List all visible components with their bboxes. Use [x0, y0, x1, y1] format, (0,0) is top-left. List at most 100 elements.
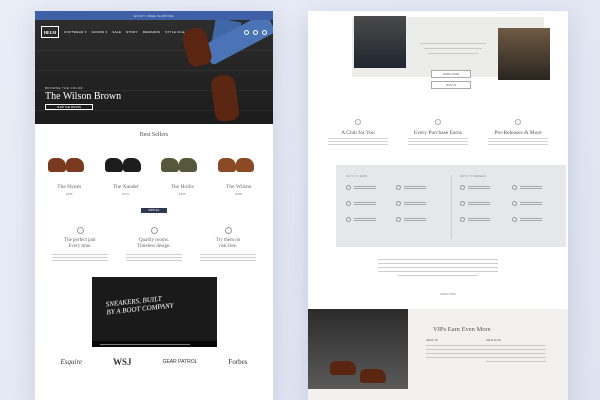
vip-tier-heading: HELM ELITE: [486, 339, 502, 342]
earn-heading: WAYS TO EARN: [346, 175, 368, 178]
nav-sale[interactable]: SALE: [112, 30, 121, 34]
product-price: $495: [178, 192, 186, 196]
brand-video[interactable]: SNEAKERS, BUILT BY A BOOT COMPANY: [91, 277, 217, 347]
feature-title: risk-free.: [218, 244, 238, 249]
earn-item: [396, 217, 426, 222]
earn-item: [346, 185, 376, 190]
hero-eyebrow: BROWSE THE COLOR: [45, 86, 84, 90]
feature-icon: [224, 227, 232, 234]
benefit-column: Every Purchase Earns: [404, 119, 472, 147]
feature-text: [122, 254, 186, 261]
press-logo: WSJ: [113, 357, 132, 367]
feature-icon: [150, 227, 158, 234]
press-logo: GEAR PATROL: [162, 359, 198, 365]
feature-text: [196, 254, 260, 261]
earn-icon: [346, 217, 351, 222]
redeem-heading: WAYS TO REDEEM: [460, 175, 486, 178]
shoe-image[interactable]: [157, 150, 207, 172]
press-logos: Esquire WSJ GEAR PATROL Forbes: [35, 357, 273, 367]
rewards-hero: LEARN MORE SIGN UP: [308, 11, 568, 89]
earn-icon: [346, 185, 351, 190]
search-icon[interactable]: [244, 29, 249, 35]
redeem-item: [460, 201, 490, 206]
shoe-image[interactable]: [44, 150, 94, 172]
promo-bar[interactable]: ENJOY FREE SHIPPING: [35, 11, 273, 20]
vip-tier-heading: HELM VIP: [426, 339, 439, 342]
vip-title: VIPs Earn Even More: [433, 326, 491, 333]
nav-goods[interactable]: GOODS ▾: [92, 30, 108, 34]
redeem-item: [460, 217, 490, 222]
product-name[interactable]: The Wilson: [214, 184, 264, 190]
press-logo: Esquire: [60, 358, 83, 366]
hero-banner[interactable]: HELM FOOTWEAR ▾ GOODS ▾ SALE STORY REWAR…: [35, 20, 273, 124]
nav-style-file[interactable]: STYLE FILE: [165, 30, 185, 34]
benefit-title: A Club for You: [341, 130, 375, 136]
brand-logo[interactable]: HELM: [41, 26, 59, 38]
value-prop: The perfect pair Every time.: [48, 227, 112, 263]
product-name[interactable]: The Hollis: [157, 184, 207, 190]
rewards-page-mockup: LEARN MORE SIGN UP A Club for You Every …: [308, 11, 568, 400]
learn-more-button[interactable]: LEARN MORE: [431, 70, 471, 78]
boot-graphic: [209, 73, 241, 123]
shoe-image[interactable]: [214, 150, 264, 172]
earn-item: [396, 201, 426, 206]
vip-section: VIPs Earn Even More HELM VIP HELM ELITE: [308, 309, 568, 400]
product-card[interactable]: The Wilson $395: [214, 150, 264, 196]
value-prop: Quality rooms. Timeless design.: [122, 227, 186, 263]
vip-tier-column: HELM VIP: [426, 339, 486, 361]
rewards-description: [378, 256, 498, 279]
product-grid: The Hynes $495 The Xander $175 The Holli…: [35, 150, 273, 196]
nav-story[interactable]: STORY: [126, 30, 138, 34]
vip-photo: [308, 309, 408, 389]
redeem-icon: [460, 201, 465, 206]
press-logo: Forbes: [228, 358, 248, 366]
redeem-item: [512, 185, 542, 190]
redeem-icon: [512, 185, 517, 190]
hero-cta-button[interactable]: SHOP THE WILSON: [45, 104, 93, 110]
nav-footwear[interactable]: FOOTWEAR ▾: [64, 30, 87, 34]
product-price: $395: [235, 192, 243, 196]
product-name[interactable]: The Hynes: [44, 184, 94, 190]
redeem-item: [512, 217, 542, 222]
product-card[interactable]: The Xander $175: [101, 150, 151, 196]
feature-title: Every time.: [68, 244, 92, 249]
redeem-icon: [460, 217, 465, 222]
earn-item: [346, 201, 376, 206]
earn-item: [346, 217, 376, 222]
cart-icon[interactable]: [262, 29, 267, 35]
earn-item: [396, 185, 426, 190]
benefit-column: Pre-Releases & More: [484, 119, 552, 147]
benefit-title: Pre-Releases & More: [494, 130, 542, 136]
benefit-icon: [515, 119, 521, 125]
vip-tier-column: HELM ELITE: [486, 339, 546, 365]
account-icon[interactable]: [253, 29, 258, 35]
shoe-image[interactable]: [101, 150, 151, 172]
boots-photo: [498, 28, 550, 80]
benefit-title: Every Purchase Earns: [413, 130, 463, 136]
redeem-item: [512, 201, 542, 206]
earn-icon: [396, 217, 401, 222]
product-card[interactable]: The Hollis $495: [157, 150, 207, 196]
model-photo: [354, 16, 406, 68]
feature-text: [48, 254, 112, 261]
value-prop: Try them on risk-free.: [196, 227, 260, 263]
value-props: The perfect pair Every time. Quality roo…: [35, 227, 273, 263]
main-nav: HELM FOOTWEAR ▾ GOODS ▾ SALE STORY REWAR…: [41, 26, 267, 38]
sign-up-button[interactable]: SIGN UP: [431, 81, 471, 89]
best-sellers-title: Best Sellers: [139, 132, 169, 138]
product-card[interactable]: The Hynes $495: [44, 150, 94, 196]
redeem-icon: [512, 217, 517, 222]
redeem-item: [460, 185, 490, 190]
video-progress[interactable]: [99, 344, 190, 345]
earn-redeem-panel: WAYS TO EARN WAYS TO REDEEM: [336, 165, 566, 247]
product-name[interactable]: The Xander: [101, 184, 151, 190]
homepage-mockup: ENJOY FREE SHIPPING HELM FOOTWEAR ▾ GOOD…: [35, 11, 273, 400]
product-price: $175: [122, 192, 130, 196]
redeem-icon: [512, 201, 517, 206]
learn-more-link[interactable]: LEARN MORE: [440, 293, 456, 296]
nav-rewards[interactable]: REWARDS: [143, 30, 160, 34]
shop-all-button[interactable]: SHOP ALL: [141, 208, 167, 213]
benefit-icon: [355, 119, 361, 125]
video-caption: SNEAKERS, BUILT BY A BOOT COMPANY: [105, 294, 174, 317]
benefit-column: A Club for You: [324, 119, 392, 147]
